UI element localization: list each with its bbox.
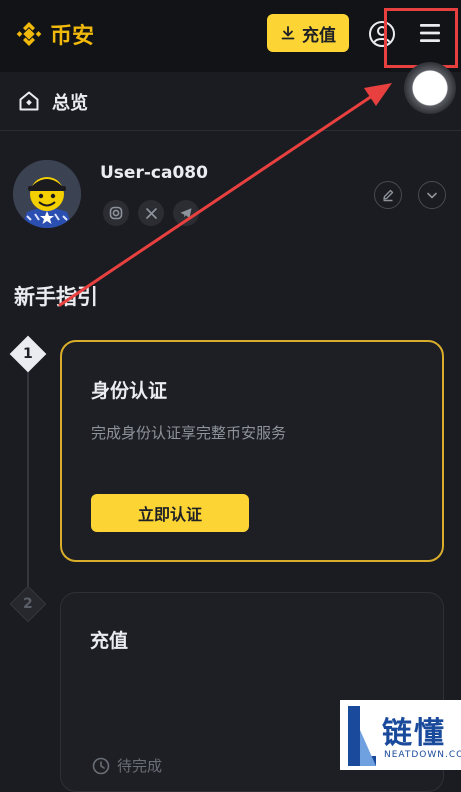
deposit-step-status: 待完成: [92, 755, 162, 776]
instagram-icon[interactable]: [103, 200, 129, 226]
deposit-button-label: 充值: [302, 25, 336, 46]
watermark-subtext: NEATDOWN.COM: [384, 750, 461, 760]
identity-verification-title: 身份认证: [91, 380, 168, 402]
breadcrumb-overview[interactable]: 总览: [52, 89, 88, 115]
deposit-step-title: 充值: [90, 630, 129, 652]
clock-icon: [92, 757, 110, 774]
step-1-badge: 1: [9, 335, 47, 373]
expand-profile-button[interactable]: [418, 181, 446, 209]
identity-verification-description: 完成身份认证享完整币安服务: [91, 424, 287, 442]
annotation-highlight-box: [384, 8, 458, 68]
brand-logo[interactable]: 币安: [14, 18, 94, 50]
brand-name: 币安: [50, 24, 95, 49]
smiley-avatar-icon: [13, 160, 81, 228]
binance-logo-icon: [16, 22, 42, 46]
watermark-text: 链懂: [382, 716, 446, 751]
step-2-badge: 2: [9, 585, 47, 623]
telegram-icon[interactable]: [173, 200, 199, 226]
identity-verification-card: 身份认证 完成身份认证享完整币安服务 立即认证: [60, 340, 444, 562]
deposit-step-status-label: 待完成: [117, 757, 163, 775]
watermark-logo: 链懂 NEATDOWN.COM: [340, 700, 461, 770]
avatar[interactable]: [13, 160, 81, 228]
breadcrumb: 总览: [0, 72, 461, 131]
edit-profile-button[interactable]: [374, 181, 402, 209]
chevron-down-icon: [427, 192, 437, 199]
deposit-button[interactable]: 充值: [267, 14, 349, 52]
download-icon: [281, 26, 295, 40]
x-icon[interactable]: [138, 200, 164, 226]
username: User-ca080: [100, 163, 208, 183]
floating-assistive-button[interactable]: [404, 62, 456, 114]
pencil-icon: [383, 189, 394, 202]
watermark-l-mark-icon: [348, 706, 376, 766]
timeline-connector: [27, 370, 29, 590]
home-icon[interactable]: [17, 89, 41, 113]
verify-now-button[interactable]: 立即认证: [91, 494, 249, 532]
beginner-guide-title: 新手指引: [14, 285, 98, 309]
